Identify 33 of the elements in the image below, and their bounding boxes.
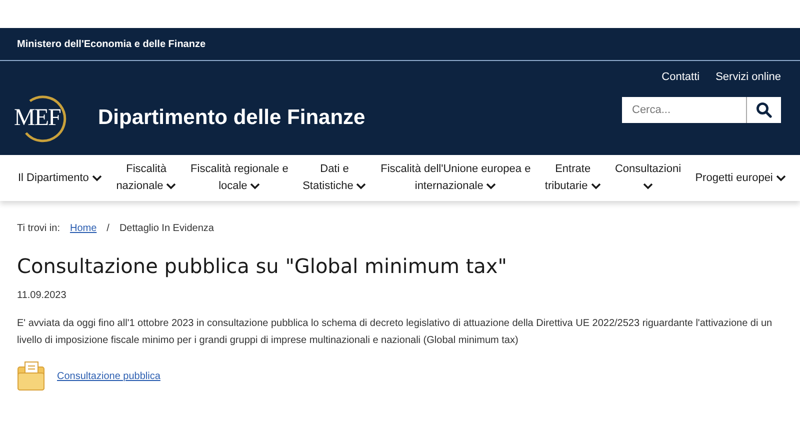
chevron-icon bbox=[356, 182, 366, 190]
breadcrumb-label: Ti trovi in: bbox=[17, 223, 60, 234]
chevron-icon bbox=[166, 182, 176, 190]
chevron-icon bbox=[590, 182, 601, 190]
attachment-link[interactable]: Consultazione pubblica bbox=[57, 370, 160, 382]
article-title: Consultazione pubblica su "Global minimum tax" bbox=[17, 254, 508, 278]
nav-menu-item[interactable]: Entrate tributarie bbox=[544, 161, 601, 195]
article-date: 11.09.2023 bbox=[17, 290, 68, 301]
search-button[interactable] bbox=[747, 97, 781, 123]
article-body: E' avviata da oggi fino all'1 ottobre 2023 in consultazione pubblica lo schema di decreto legislativo di attuazione della Direttiva UE 2022/2523 riguardante l'attivazione di un livello di imposizione fiscale minimo per i grandi gruppi di imprese multinazionali e nazionali (Global minimum tax) bbox=[17, 317, 774, 348]
chevron-icon bbox=[92, 174, 102, 182]
breadcrumb-current: Dettaglio In Evidenza bbox=[119, 223, 214, 234]
nav-menu-item[interactable]: Consultazioni bbox=[614, 161, 682, 195]
nav-menu-item[interactable]: Fiscalità dell'Unione europea e internazionale bbox=[380, 161, 531, 195]
chevron-icon bbox=[250, 182, 260, 190]
header-link[interactable]: Servizi online bbox=[716, 71, 781, 83]
search-field[interactable]: Cerca... bbox=[622, 97, 747, 123]
nav-menu-item[interactable]: Il Dipartimento bbox=[18, 170, 102, 186]
nav-menu-item[interactable]: Progetti europei bbox=[695, 170, 786, 186]
nav-menu-item[interactable]: Dati e Statistiche bbox=[302, 161, 366, 195]
mef-logo[interactable]: MEF bbox=[14, 93, 72, 143]
header-link[interactable]: Contatti bbox=[662, 71, 700, 83]
ministry-title: Ministero dell'Economia e delle Finanze bbox=[17, 38, 206, 50]
nav-menu-item[interactable]: Fiscalità regionale e locale bbox=[190, 161, 288, 195]
site-title: Dipartimento delle Finanze bbox=[98, 106, 366, 130]
chevron-icon bbox=[486, 182, 496, 190]
chevron-icon bbox=[776, 174, 786, 182]
breadcrumb-separator: / bbox=[106, 223, 110, 234]
folder-icon bbox=[17, 361, 45, 391]
nav-menu-item[interactable]: Fiscalità nazionale bbox=[116, 161, 176, 195]
search-icon bbox=[756, 102, 772, 118]
chevron-icon bbox=[642, 182, 653, 190]
breadcrumb-link[interactable]: Home bbox=[70, 223, 97, 234]
